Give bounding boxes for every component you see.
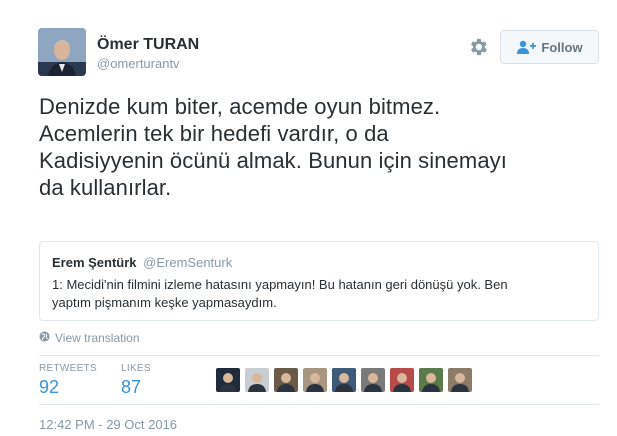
liker-avatar-icon[interactable] <box>216 368 240 392</box>
follow-button[interactable]: Follow <box>500 30 599 64</box>
quoted-tweet[interactable]: Erem Şentürk @EremSenturk 1: Mecidi'nin … <box>39 241 599 321</box>
liker-avatar-icon[interactable] <box>419 368 443 392</box>
quote-line: 1: Mecidi'nin filmini izleme hatasını ya… <box>52 277 508 292</box>
divider <box>39 355 599 356</box>
likers-avatars <box>216 368 472 392</box>
globe-icon <box>39 331 50 345</box>
quote-line: yaptım pişmanım keşke yapmasaydım. <box>52 295 277 310</box>
quote-header: Erem Şentürk @EremSenturk <box>52 255 232 270</box>
liker-avatar-icon[interactable] <box>274 368 298 392</box>
add-user-icon <box>516 40 537 54</box>
quote-author-name: Erem Şentürk <box>52 255 137 270</box>
quote-author-handle: @EremSenturk <box>143 255 233 270</box>
tweet-line: da kullanırlar. <box>39 175 172 200</box>
author-name[interactable]: Ömer TURAN <box>97 36 199 54</box>
follow-label: Follow <box>541 39 583 55</box>
view-translation-label: View translation <box>55 331 140 345</box>
retweets-stat[interactable]: RETWEETS 92 <box>39 363 97 398</box>
liker-avatar-icon[interactable] <box>303 368 327 392</box>
likes-count: 87 <box>121 377 142 397</box>
likes-label: LIKES <box>121 363 151 374</box>
author-handle[interactable]: @omerturantv <box>97 56 180 71</box>
likes-stat[interactable]: LIKES 87 <box>121 363 151 398</box>
liker-avatar-icon[interactable] <box>332 368 356 392</box>
timestamp[interactable]: 12:42 PM - 29 Oct 2016 <box>39 417 177 432</box>
quote-text: 1: Mecidi'nin filmini izleme hatasını ya… <box>52 276 582 312</box>
liker-avatar-icon[interactable] <box>245 368 269 392</box>
liker-avatar-icon[interactable] <box>448 368 472 392</box>
view-translation-link[interactable]: View translation <box>39 331 140 345</box>
gear-icon[interactable] <box>467 36 489 58</box>
author-avatar[interactable] <box>38 28 86 76</box>
tweet-line: Acemlerin tek bir hedefi vardır, o da <box>39 121 389 146</box>
tweet-line: Kadisiyyenin öcünü almak. Bunun için sin… <box>39 148 507 173</box>
tweet-line: Denizde kum biter, acemde oyun bitmez. <box>39 94 441 119</box>
divider <box>39 404 599 405</box>
retweets-count: 92 <box>39 377 60 397</box>
tweet-text: Denizde kum biter, acemde oyun bitmez. A… <box>39 93 609 201</box>
retweets-label: RETWEETS <box>39 363 97 374</box>
liker-avatar-icon[interactable] <box>361 368 385 392</box>
liker-avatar-icon[interactable] <box>390 368 414 392</box>
